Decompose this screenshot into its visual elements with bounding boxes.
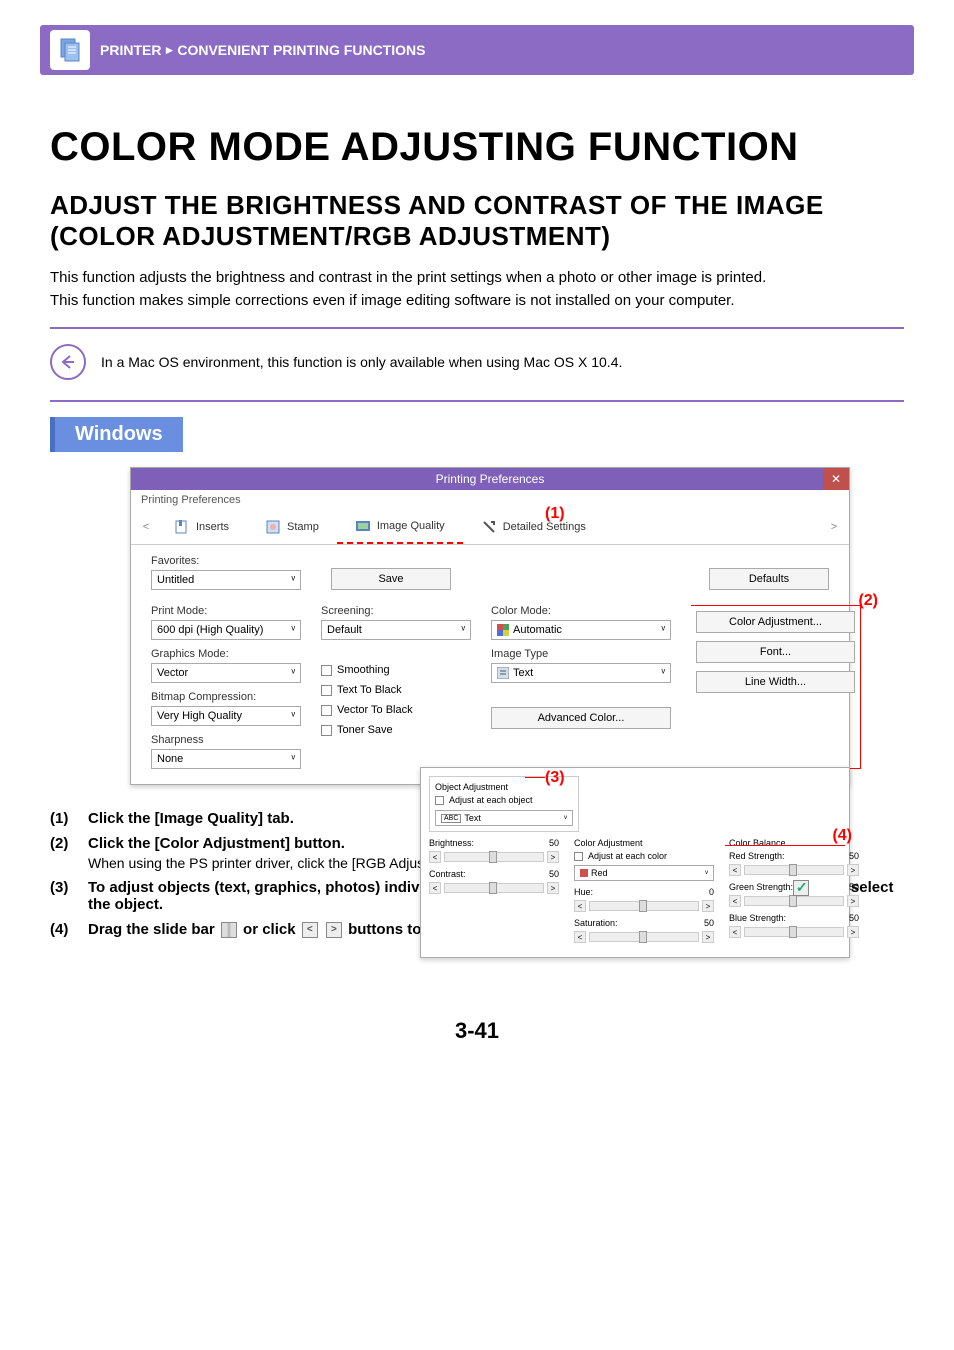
intro-text: This function adjusts the brightness and…: [50, 267, 904, 312]
object-type-select[interactable]: ABCTextᵛ: [435, 810, 573, 826]
slider-icon: [221, 922, 237, 938]
contrast-label: Contrast:: [429, 869, 466, 879]
image-type-label: Image Type: [491, 648, 671, 660]
stamp-icon: [265, 519, 281, 535]
tab-scroll-left[interactable]: <: [136, 513, 156, 541]
saturation-slider[interactable]: <>: [574, 931, 714, 943]
screening-select[interactable]: Defaultᵛ: [321, 620, 471, 640]
adjust-each-color-checkbox[interactable]: Adjust at each color: [574, 851, 714, 861]
color-adjustment-label: Color Adjustment: [574, 838, 714, 848]
divider-2: [50, 400, 904, 402]
detailed-settings-icon: [481, 519, 497, 535]
printing-preferences-dialog: Printing Preferences ✕ Printing Preferen…: [130, 467, 850, 785]
defaults-button[interactable]: Defaults: [709, 568, 829, 590]
os-heading: Windows: [50, 417, 183, 452]
note-text: In a Mac OS environment, this function i…: [101, 354, 622, 370]
blue-slider[interactable]: <>: [729, 926, 859, 938]
tab-inserts[interactable]: Inserts: [156, 511, 247, 543]
screening-label: Screening:: [321, 605, 471, 617]
back-arrow-icon: [50, 344, 86, 380]
green-slider[interactable]: <>: [729, 895, 859, 907]
callout-1: (1): [545, 505, 565, 523]
checkbox-icon: [793, 880, 809, 896]
graphics-mode-label: Graphics Mode:: [151, 648, 301, 660]
smoothing-checkbox[interactable]: Smoothing: [321, 664, 471, 676]
step-1-text: Click the [Image Quality] tab.: [88, 810, 294, 827]
close-button[interactable]: ✕: [823, 468, 849, 490]
callout-2: (2): [858, 592, 878, 610]
step-3-number: (3): [50, 879, 78, 913]
printer-page-icon: [50, 30, 90, 70]
favorites-label: Favorites:: [151, 555, 301, 567]
text-to-black-checkbox[interactable]: Text To Black: [321, 684, 471, 696]
saturation-label: Saturation:: [574, 918, 618, 928]
save-button[interactable]: Save: [331, 568, 451, 590]
dialog-breadcrumb: Printing Preferences: [131, 490, 849, 510]
red-slider[interactable]: <>: [729, 864, 859, 876]
sharpness-select[interactable]: Noneᵛ: [151, 749, 301, 769]
red-strength-label: Red Strength:: [729, 851, 785, 861]
vector-to-black-checkbox[interactable]: Vector To Black: [321, 704, 471, 716]
tab-stamp[interactable]: Stamp: [247, 511, 337, 543]
page-subtitle: ADJUST THE BRIGHTNESS AND CONTRAST OF TH…: [50, 190, 904, 252]
hue-slider[interactable]: <>: [574, 900, 714, 912]
green-strength-label: Green Strength:: [729, 882, 793, 892]
font-button[interactable]: Font...: [696, 641, 855, 663]
print-mode-select[interactable]: 600 dpi (High Quality)ᵛ: [151, 620, 301, 640]
adjust-each-object-checkbox[interactable]: Adjust at each object: [435, 795, 573, 805]
blue-strength-label: Blue Strength:: [729, 913, 786, 923]
tab-image-quality[interactable]: Image Quality: [337, 510, 463, 544]
tab-detailed-settings[interactable]: Detailed Settings: [463, 511, 604, 543]
step-2-text: Click the [Color Adjustment] button.: [88, 835, 345, 852]
note-row: In a Mac OS environment, this function i…: [50, 344, 904, 380]
dialog-title: Printing Preferences: [436, 472, 545, 486]
right-arrow-icon: >: [326, 922, 342, 938]
step-1-number: (1): [50, 810, 78, 827]
contrast-slider[interactable]: <>: [429, 882, 559, 894]
color-adjustment-button[interactable]: Color Adjustment...: [696, 611, 855, 633]
breadcrumb-functions[interactable]: CONVENIENT PRINTING FUNCTIONS: [177, 42, 425, 58]
breadcrumb-banner: PRINTER ► CONVENIENT PRINTING FUNCTIONS: [40, 25, 914, 75]
hue-label: Hue:: [574, 887, 593, 897]
callout-4: (4): [832, 827, 852, 845]
left-arrow-icon: <: [302, 922, 318, 938]
graphics-mode-select[interactable]: Vectorᵛ: [151, 663, 301, 683]
color-channel-select[interactable]: Redᵛ: [574, 865, 714, 881]
brightness-slider[interactable]: <>: [429, 851, 559, 863]
dialog-tabs: < Inserts Stamp Image Quality Detailed S…: [131, 510, 849, 545]
sharpness-label: Sharpness: [151, 734, 301, 746]
print-mode-label: Print Mode:: [151, 605, 301, 617]
color-adjustment-popup: Object Adjustment Adjust at each object …: [420, 767, 850, 958]
image-quality-icon: [355, 518, 371, 534]
advanced-color-button[interactable]: Advanced Color...: [491, 707, 671, 729]
brightness-label: Brightness:: [429, 838, 474, 848]
breadcrumb-sep: ►: [163, 43, 175, 57]
inserts-icon: [174, 519, 190, 535]
page-number: 3-41: [50, 1018, 904, 1044]
line-width-button[interactable]: Line Width...: [696, 671, 855, 693]
bitmap-compression-label: Bitmap Compression:: [151, 691, 301, 703]
image-type-select[interactable]: Textᵛ: [491, 663, 671, 683]
divider: [50, 327, 904, 329]
toner-save-checkbox[interactable]: Toner Save: [321, 724, 471, 736]
step-2-number: (2): [50, 835, 78, 871]
step-4-number: (4): [50, 921, 78, 938]
favorites-select[interactable]: Untitledᵛ: [151, 570, 301, 590]
bitmap-compression-select[interactable]: Very High Qualityᵛ: [151, 706, 301, 726]
callout-3: (3): [545, 769, 565, 787]
breadcrumb-printer[interactable]: PRINTER: [100, 42, 161, 58]
color-mode-label: Color Mode:: [491, 605, 671, 617]
dialog-titlebar: Printing Preferences ✕: [131, 468, 849, 490]
tab-scroll-right[interactable]: >: [824, 513, 844, 541]
page-title: COLOR MODE ADJUSTING FUNCTION: [50, 125, 904, 170]
color-mode-select[interactable]: Automaticᵛ: [491, 620, 671, 640]
right-button-group: Color Adjustment... Font... Line Width..…: [691, 605, 861, 769]
